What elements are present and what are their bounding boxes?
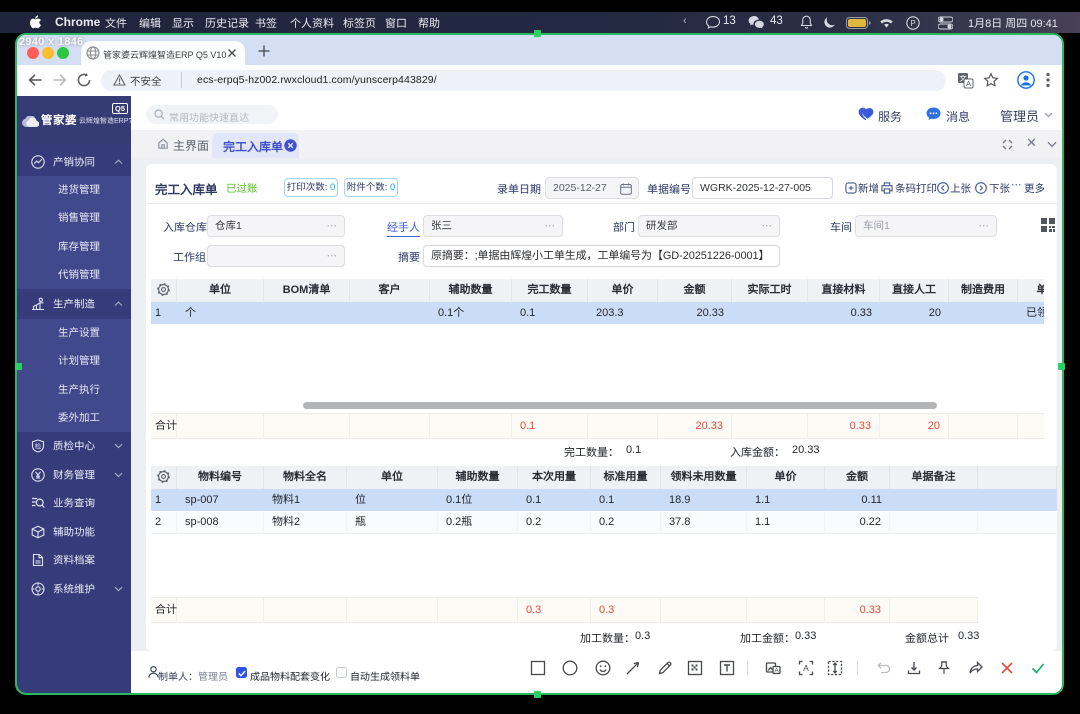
svg-text:检: 检 — [35, 443, 42, 451]
svg-text:A: A — [774, 667, 779, 674]
svg-text:A: A — [966, 79, 971, 88]
svg-text:P: P — [910, 19, 915, 28]
svg-text:A: A — [803, 663, 809, 673]
